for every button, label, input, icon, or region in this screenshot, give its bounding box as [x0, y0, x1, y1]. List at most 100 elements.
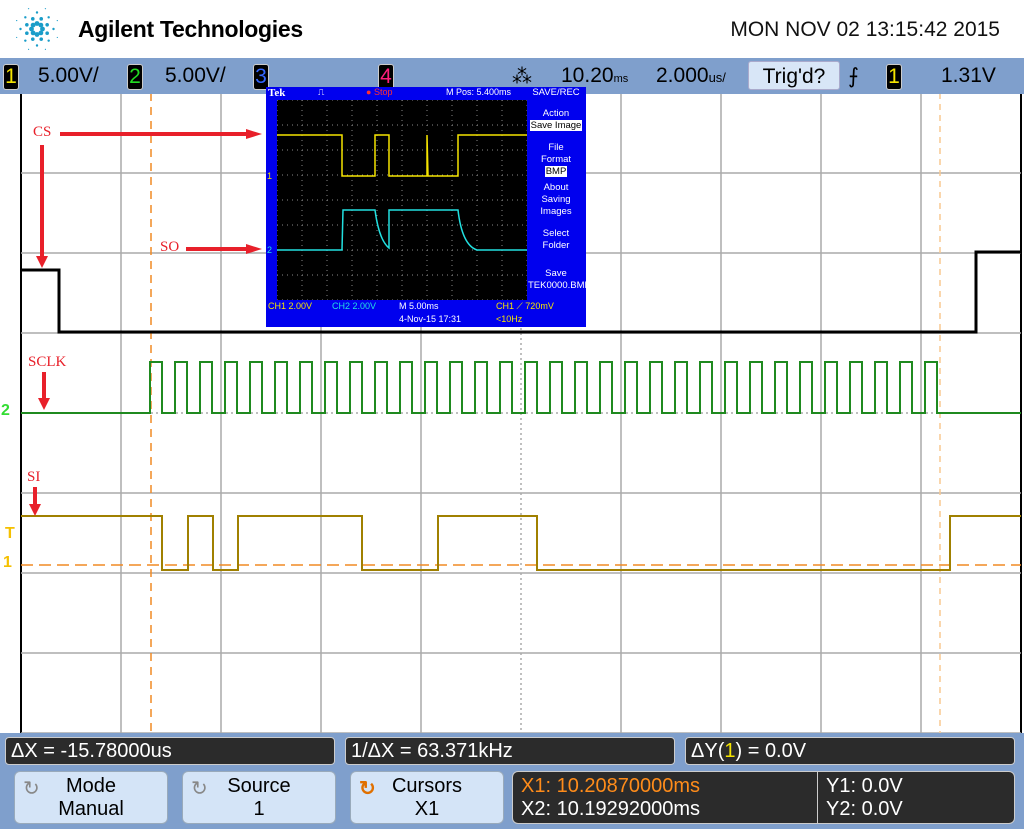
label-cs: CS: [33, 124, 52, 140]
tek-format-label: Format: [540, 154, 572, 165]
t5: Folder: [542, 240, 570, 251]
timebase-value: 2.000us/: [656, 64, 726, 88]
channel-2-button[interactable]: 2: [127, 64, 143, 90]
red-arrow-head: [246, 129, 262, 139]
logo-dot: [56, 36, 58, 39]
trigger-source[interactable]: 1: [886, 64, 902, 90]
tek-pulse-icon: ⎍: [318, 87, 325, 97]
cursor-x1: X1: 10.20870000ms: [521, 775, 701, 797]
label-so: SO: [160, 239, 180, 255]
tek-graticule: [277, 100, 527, 300]
red-arrow-head: [36, 256, 48, 268]
logo-dot: [16, 36, 18, 39]
tek-mpos: M Pos: 5.400ms: [446, 87, 512, 97]
timebase-number: 2.000: [656, 64, 709, 87]
trigger-level: 1.31V: [941, 64, 996, 87]
logo-dot: [44, 8, 47, 10]
trigger-level-marker[interactable]: T: [5, 525, 15, 543]
tek-action-label: Action: [542, 108, 570, 119]
bottom-panel: ΔX = -15.78000us 1/ΔX = 63.371kHz ΔY(1) …: [0, 733, 1024, 829]
delta-x-readout: ΔX = -15.78000us: [5, 737, 335, 765]
tek-stop-status: ● Stop: [366, 87, 393, 97]
rising-edge-icon: ⨍: [848, 65, 859, 88]
rotate-knob-active-icon: ↻: [359, 778, 376, 800]
label-sclk: SCLK: [28, 354, 67, 370]
cursor-y2: Y2: 0.0V: [826, 798, 903, 820]
source-softkey[interactable]: ↻ Source 1: [182, 771, 336, 824]
channel-2-ground-marker[interactable]: 2: [1, 402, 10, 420]
tek-freq: <10Hz: [496, 314, 523, 324]
tek-menu-title: SAVE/REC: [532, 87, 580, 98]
tek-save-menu[interactable]: Save TEK0000.BMP: [528, 268, 591, 292]
logo-dot: [45, 31, 49, 36]
t7: TEK0000.BMP: [528, 280, 591, 291]
logo-dot: [19, 27, 22, 31]
tek-timebase: M 5.00ms: [399, 301, 439, 311]
t6: Save: [545, 268, 567, 279]
tek-brand: Tek: [268, 87, 286, 99]
tek-select-folder-menu[interactable]: Select Folder: [528, 228, 584, 252]
trigger-status[interactable]: Trig'd?: [748, 61, 840, 90]
tek-file-label: File: [548, 142, 564, 153]
softkey-value: X1: [414, 798, 440, 820]
t2: Saving: [541, 194, 571, 205]
delay-value: 10.20ms: [561, 64, 628, 88]
rotate-knob-icon: ↻: [23, 778, 40, 800]
delay-unit: ms: [613, 73, 629, 85]
logo-dot: [24, 39, 27, 42]
cursors-softkey[interactable]: ↻ Cursors X1: [350, 771, 504, 824]
tek-trigger: CH1 ⟋ 720mV: [496, 301, 554, 311]
logo-dot: [27, 8, 30, 10]
delay-number: 10.20: [561, 64, 614, 87]
cursor-x2: X2: 10.19292000ms: [521, 798, 701, 820]
tek-ch1-marker: 1: [267, 171, 273, 181]
channel-1-scale: 5.00V/: [38, 64, 99, 87]
channel-1-ground-marker[interactable]: 1: [3, 554, 12, 572]
logo-dot: [47, 39, 50, 42]
brand-name: Agilent Technologies: [78, 16, 303, 42]
logo-dot: [45, 22, 49, 27]
tek-file-format-value: BMP: [544, 166, 568, 177]
logo-dot: [27, 48, 30, 50]
tek-file-format-menu[interactable]: File Format BMP: [528, 142, 584, 178]
dy-prefix: ΔY(: [691, 740, 725, 762]
datetime: MON NOV 02 13:15:42 2015: [730, 18, 1000, 41]
divider: [817, 772, 818, 823]
softkey-value: 1: [253, 798, 265, 820]
tek-ch2-scale: CH2 2.00V: [332, 301, 377, 311]
tek-ch2-marker: 2: [267, 245, 273, 255]
logo-dot: [25, 22, 29, 27]
logo-dot: [24, 16, 27, 19]
logo-dot: [38, 22, 44, 28]
cursor-y1: Y1: 0.0V: [826, 775, 903, 797]
logo-dot: [52, 27, 55, 31]
t4: Select: [542, 228, 570, 239]
logo-dot: [35, 44, 39, 47]
tek-action-menu[interactable]: Action Save Image: [528, 108, 584, 132]
logo-dot: [44, 48, 47, 50]
inverse-delta-x-readout: 1/ΔX = 63.371kHz: [345, 737, 675, 765]
tek-about-menu[interactable]: About Saving Images: [528, 182, 584, 218]
logo-dot: [39, 37, 44, 41]
timebase-unit: us/: [708, 70, 726, 85]
logo-dot: [47, 16, 50, 19]
logo-dot: [35, 11, 39, 14]
header: Agilent Technologies MON NOV 02 13:15:42…: [0, 0, 1024, 58]
red-arrow-head: [38, 398, 50, 410]
t3: Images: [540, 206, 572, 217]
logo-dot: [56, 19, 58, 22]
logo-dot: [16, 19, 18, 22]
mode-softkey[interactable]: ↻ Mode Manual: [14, 771, 168, 824]
tek-action-value: Save Image: [529, 120, 583, 131]
channel-1-button[interactable]: 1: [3, 64, 19, 90]
rotate-knob-icon: ↻: [191, 778, 208, 800]
tek-screenshot-inset: Tek ⎍ ● Stop M Pos: 5.400ms SAVE/REC 1 2…: [266, 87, 591, 327]
agilent-logo-icon: [16, 8, 58, 50]
softkey-value: Manual: [58, 798, 124, 820]
logo-dot: [30, 37, 35, 41]
logo-dot: [30, 17, 35, 21]
cursor-readout: X1: 10.20870000ms X2: 10.19292000ms Y1: …: [512, 771, 1015, 824]
tek-date: 4-Nov-15 17:31: [399, 314, 462, 324]
channel-2-scale: 5.00V/: [165, 64, 226, 87]
dy-source: 1: [724, 740, 736, 762]
